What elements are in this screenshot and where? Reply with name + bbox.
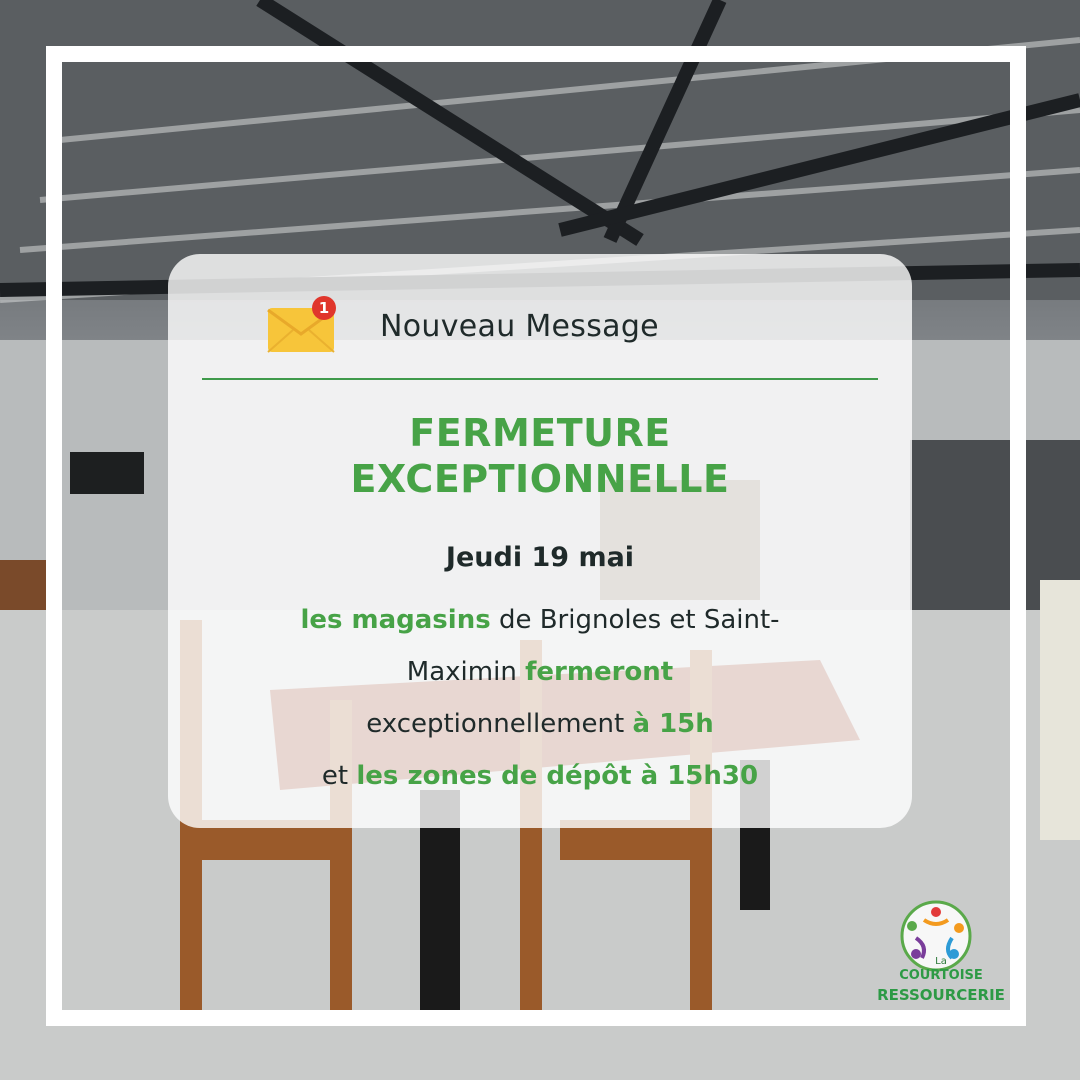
body-line-2: Maximin fermeront — [198, 646, 882, 698]
closure-date: Jeudi 19 mai — [445, 542, 635, 573]
header-title: Nouveau Message — [380, 308, 659, 344]
message-header: 1 Nouveau Message — [266, 294, 659, 358]
header-divider — [202, 378, 878, 380]
la-courtoise-ressourcerie-logo: La COURTOISE RESSOURCERIE — [866, 898, 1016, 1018]
body-text: et — [321, 761, 357, 791]
body-text: exceptionnellement — [366, 709, 633, 739]
logo-line-2: RESSOURCERIE — [877, 986, 1005, 1004]
highlight-close: fermeront — [525, 657, 674, 687]
highlight-stores: les magasins — [300, 605, 491, 635]
headline-line-1: FERMETURE — [409, 411, 671, 455]
message-body: les magasins de Brignoles et Saint- Maxi… — [198, 594, 882, 802]
headline-line-2: EXCEPTIONNELLE — [350, 457, 730, 501]
highlight-time-deposit: les zones de dépôt à 15h30 — [356, 761, 759, 791]
logo-small-text: La — [935, 956, 947, 967]
body-text: Maximin — [406, 657, 526, 687]
body-text: de Brignoles et Saint- — [490, 605, 780, 635]
headline: FERMETURE EXCEPTIONNELLE — [168, 410, 912, 502]
message-card: 1 Nouveau Message FERMETURE EXCEPTIONNEL… — [168, 254, 912, 828]
body-line-1: les magasins de Brignoles et Saint- — [198, 594, 882, 646]
highlight-time-stores: à 15h — [632, 709, 714, 739]
envelope-notification-icon: 1 — [266, 296, 340, 356]
body-line-4: et les zones de dépôt à 15h30 — [198, 750, 882, 802]
notification-badge-count: 1 — [318, 299, 330, 317]
body-line-3: exceptionnellement à 15h — [198, 698, 882, 750]
logo-line-1: COURTOISE — [899, 968, 983, 983]
